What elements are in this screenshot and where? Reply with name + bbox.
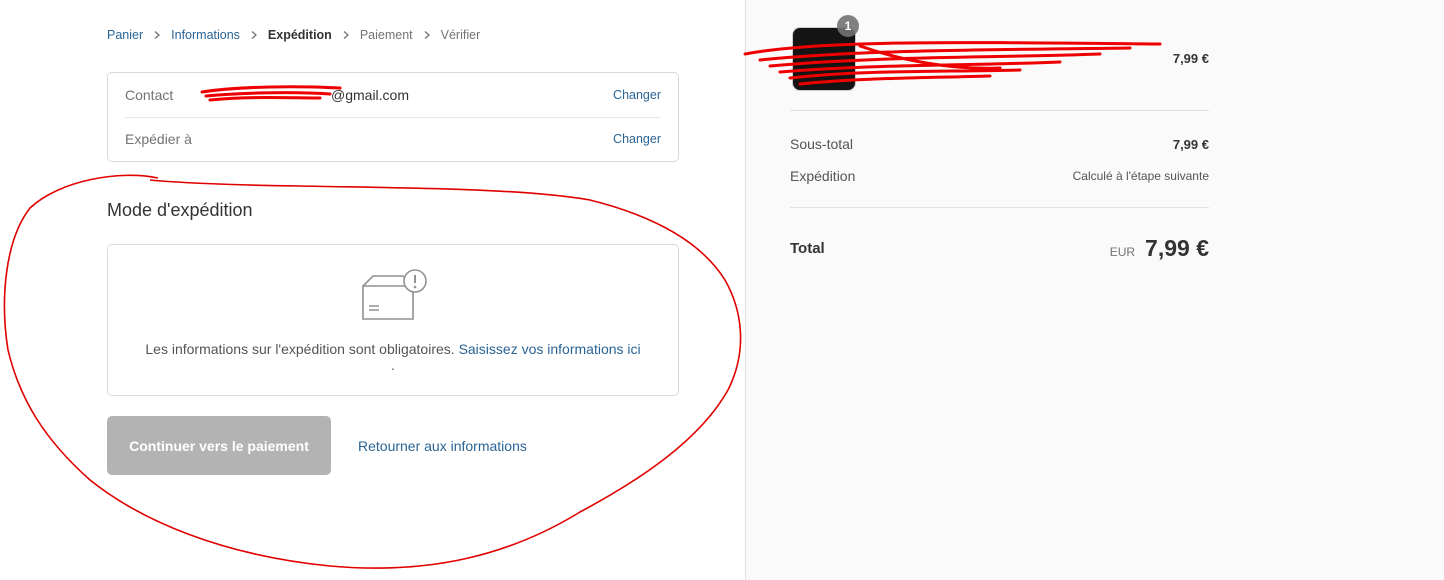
- checkout-main: Panier Informations Expédition Paiement …: [0, 0, 745, 580]
- breadcrumb-payment: Paiement: [359, 28, 413, 42]
- enter-info-link[interactable]: Saisissez vos informations ici: [459, 341, 641, 357]
- total-label: Total: [790, 240, 825, 257]
- order-summary: 1 7,99 € Sous-total 7,99 € Expédition Ca…: [745, 0, 1444, 580]
- package-warning-icon: [362, 269, 427, 320]
- shipping-required-message: Les informations sur l'expédition sont o…: [145, 341, 641, 357]
- chevron-right-icon: [250, 31, 258, 39]
- quantity-badge: 1: [837, 15, 859, 37]
- breadcrumb-information[interactable]: Informations: [171, 28, 240, 42]
- shipping-cost-value: Calculé à l'étape suivante: [1072, 169, 1209, 183]
- review-block: Contact @gmail.com Changer Expédier à Ch…: [107, 72, 679, 162]
- summary-divider: [790, 110, 1209, 111]
- message-trailing-dot: .: [391, 357, 395, 373]
- total-value: 7,99 €: [1145, 235, 1209, 261]
- breadcrumb-shipping: Expédition: [267, 28, 332, 42]
- subtotal-label: Sous-total: [790, 136, 854, 152]
- shipping-method-title: Mode d'expédition: [107, 200, 253, 220]
- shipping-method-box: Les informations sur l'expédition sont o…: [107, 244, 679, 396]
- total-amount: EUR 7,99 €: [1110, 235, 1209, 262]
- review-ship-to-row: Expédier à Changer: [125, 117, 661, 161]
- shipping-cost-label: Expédition: [790, 168, 856, 184]
- product-price: 7,99 €: [1172, 51, 1209, 66]
- contact-value: @gmail.com: [331, 87, 410, 103]
- shipping-row: Expédition Calculé à l'étape suivante: [790, 168, 1209, 184]
- review-contact-row: Contact @gmail.com Changer: [125, 73, 661, 118]
- summary-divider: [790, 207, 1209, 208]
- breadcrumb-review: Vérifier: [440, 28, 481, 42]
- continue-to-payment-button[interactable]: Continuer vers le paiement: [107, 416, 331, 475]
- total-row: Total EUR 7,99 €: [790, 235, 1209, 262]
- contact-label: Contact: [125, 87, 174, 103]
- return-to-information-link[interactable]: Retourner aux informations: [358, 438, 527, 454]
- change-ship-to-link[interactable]: Changer: [613, 132, 661, 146]
- chevron-right-icon: [423, 31, 431, 39]
- change-contact-link[interactable]: Changer: [613, 88, 661, 102]
- subtotal-value: 7,99 €: [1172, 136, 1209, 152]
- breadcrumb: Panier Informations Expédition Paiement …: [107, 28, 480, 42]
- chevron-right-icon: [153, 31, 161, 39]
- subtotal-row: Sous-total 7,99 €: [790, 136, 1209, 152]
- breadcrumb-cart[interactable]: Panier: [107, 28, 143, 42]
- ship-to-label: Expédier à: [125, 131, 192, 147]
- chevron-right-icon: [342, 31, 350, 39]
- currency-code: EUR: [1109, 244, 1136, 259]
